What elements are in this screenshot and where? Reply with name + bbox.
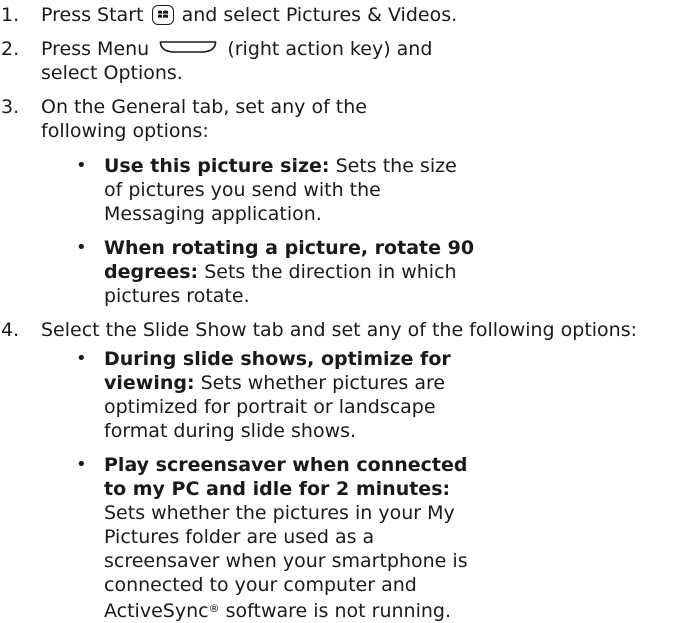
- bullet-item: • Use this picture size: Sets the size o…: [0, 154, 678, 228]
- option-title: During slide shows, optimize for: [104, 348, 451, 370]
- bullet-dot: •: [76, 155, 87, 176]
- step-text: On the General tab, set any of the: [41, 96, 367, 118]
- option-title: Play screensaver when connected: [104, 454, 468, 476]
- step-text: following options:: [41, 120, 209, 142]
- option-description: Messaging application.: [104, 203, 322, 225]
- option-description: pictures rotate.: [104, 285, 250, 307]
- step-text: (right action key) and: [227, 38, 433, 60]
- option-description: Sets the direction in which: [204, 261, 457, 283]
- step-text: Select the Slide Show tab and set any of…: [41, 319, 638, 341]
- option-description: connected to your computer and: [104, 574, 417, 596]
- step-number: 3.: [1, 96, 20, 118]
- bullet-dot: •: [76, 237, 87, 258]
- option-description: software is not running.: [225, 600, 451, 622]
- option-title: Use this picture size:: [104, 155, 330, 177]
- step-1: 1. Press Start and select Pictures & Vid…: [0, 3, 678, 29]
- step-number: 2.: [1, 38, 20, 60]
- bullet-item: • When rotating a picture, rotate 90 deg…: [0, 236, 678, 310]
- option-title: to my PC and idle for 2 minutes:: [104, 478, 451, 500]
- step-text: select Options.: [41, 62, 183, 84]
- option-title: degrees:: [104, 261, 199, 283]
- step-text: Press Start: [41, 4, 144, 26]
- option-description: Sets the size: [335, 155, 457, 177]
- option-description: screensaver when your smartphone is: [104, 550, 468, 572]
- option-title: viewing:: [104, 372, 195, 394]
- step-3: 3. On the General tab, set any of the fo…: [0, 95, 678, 145]
- option-description: Sets whether the pictures in your My: [104, 502, 455, 524]
- right-action-key-icon: [159, 41, 217, 53]
- instruction-document: 1. Press Start and select Pictures & Vid…: [0, 0, 678, 622]
- option-title: When rotating a picture, rotate 90: [104, 237, 475, 259]
- option-description: ActiveSync: [104, 600, 209, 622]
- windows-start-key-icon: [151, 5, 174, 25]
- option-description: optimized for portrait or landscape: [104, 396, 436, 418]
- bullet-item: • During slide shows, optimize for viewi…: [0, 347, 678, 445]
- option-description: Pictures folder are used as a: [104, 526, 375, 548]
- bullet-item: • Play screensaver when connected to my …: [0, 453, 678, 622]
- step-2: 2. Press Menu (right action key) and sel…: [0, 37, 678, 87]
- bullet-dot: •: [76, 454, 87, 475]
- option-description: Sets whether pictures are: [200, 372, 446, 394]
- step-text: and select Pictures & Videos.: [181, 4, 458, 26]
- option-description: of pictures you send with the: [104, 179, 381, 201]
- option-description: format during slide shows.: [104, 420, 357, 442]
- step-text: Press Menu: [41, 38, 150, 60]
- registered-mark: ®: [208, 602, 220, 615]
- step-number: 1.: [1, 4, 20, 26]
- step-4: 4. Select the Slide Show tab and set any…: [0, 318, 678, 344]
- bullet-dot: •: [76, 348, 87, 369]
- step-number: 4.: [1, 319, 20, 341]
